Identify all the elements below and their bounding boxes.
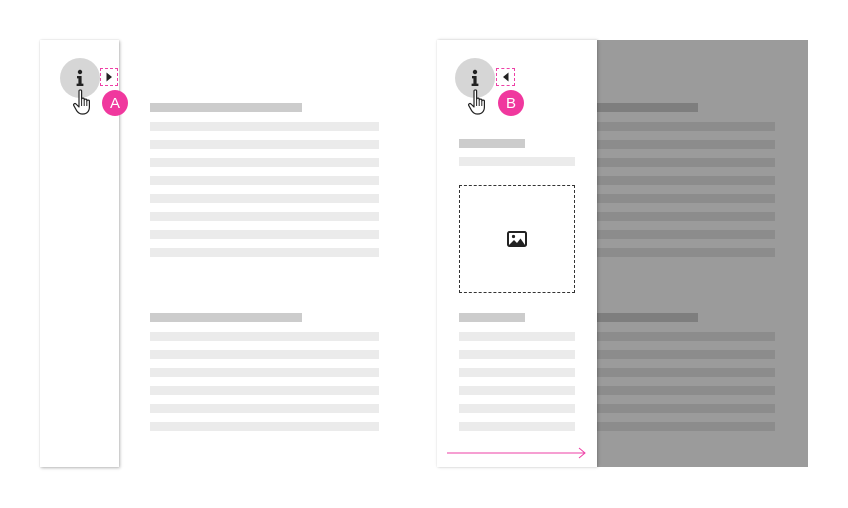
text-line-placeholder <box>459 386 575 395</box>
text-line-placeholder <box>597 248 775 257</box>
text-line-placeholder <box>150 368 379 377</box>
text-line-placeholder <box>459 332 575 341</box>
text-line-placeholder <box>150 422 379 431</box>
text-line-placeholder <box>459 350 575 359</box>
info-icon <box>471 69 479 86</box>
heading-placeholder <box>597 103 698 112</box>
text-line-placeholder <box>597 212 775 221</box>
text-line-placeholder <box>597 332 775 341</box>
text-line-placeholder <box>597 140 775 149</box>
image-placeholder <box>459 185 575 293</box>
expand-toggle[interactable] <box>100 68 118 86</box>
text-line-placeholder <box>150 194 379 203</box>
caret-right-icon <box>106 72 112 82</box>
text-line-placeholder <box>150 248 379 257</box>
text-line-placeholder <box>597 350 775 359</box>
text-line-placeholder <box>597 368 775 377</box>
text-line-placeholder <box>150 140 379 149</box>
arrow-right-icon <box>447 447 586 459</box>
text-line-placeholder <box>597 386 775 395</box>
heading-placeholder <box>459 139 525 148</box>
caret-left-icon <box>502 72 508 82</box>
text-line-placeholder <box>150 212 379 221</box>
heading-placeholder <box>459 313 525 322</box>
step-badge-b: B <box>498 90 524 116</box>
text-line-placeholder <box>597 122 775 131</box>
text-line-placeholder <box>150 404 379 413</box>
text-line-placeholder <box>597 404 775 413</box>
text-line-placeholder <box>150 176 379 185</box>
hand-pointer-icon <box>468 89 485 115</box>
heading-placeholder <box>150 103 302 112</box>
text-line-placeholder <box>597 422 775 431</box>
heading-placeholder <box>597 313 698 322</box>
text-line-placeholder <box>459 368 575 377</box>
text-line-placeholder <box>459 157 575 166</box>
text-line-placeholder <box>597 176 775 185</box>
text-line-placeholder <box>150 386 379 395</box>
text-line-placeholder <box>150 158 379 167</box>
text-line-placeholder <box>150 122 379 131</box>
text-line-placeholder <box>150 332 379 341</box>
text-line-placeholder <box>459 422 575 431</box>
image-icon <box>507 231 527 247</box>
text-line-placeholder <box>597 230 775 239</box>
step-badge-a: A <box>102 90 128 116</box>
hand-pointer-icon <box>73 89 90 115</box>
text-line-placeholder <box>150 230 379 239</box>
text-line-placeholder <box>597 158 775 167</box>
text-line-placeholder <box>150 350 379 359</box>
collapse-toggle[interactable] <box>496 68 515 86</box>
heading-placeholder <box>150 313 302 322</box>
text-line-placeholder <box>597 194 775 203</box>
info-icon <box>76 69 84 86</box>
text-line-placeholder <box>459 404 575 413</box>
